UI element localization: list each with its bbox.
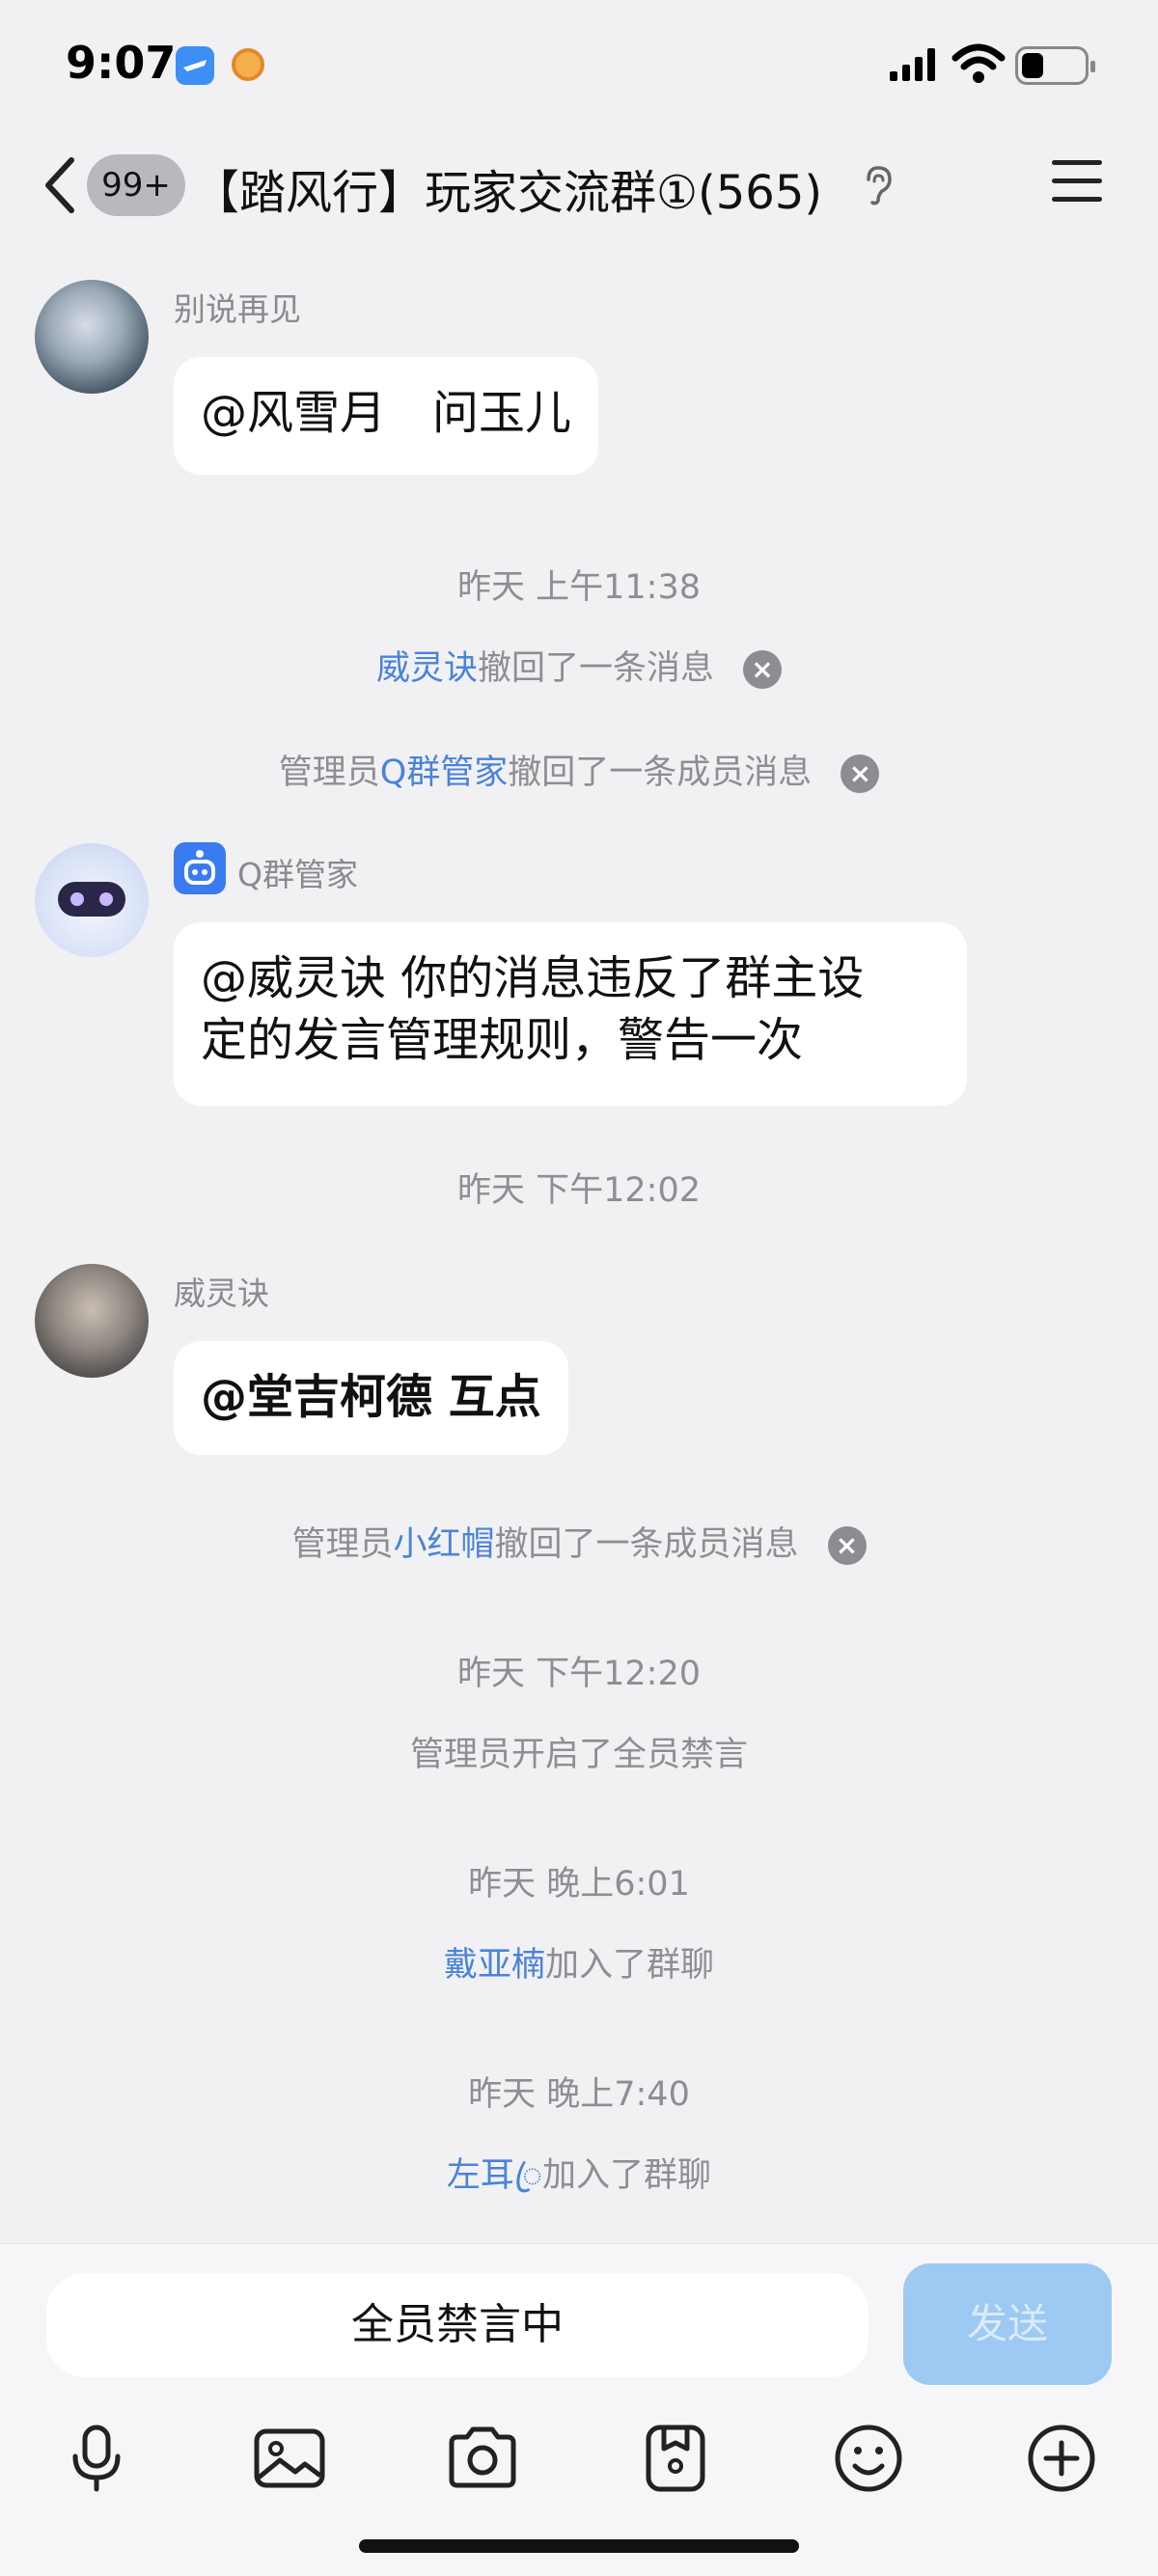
sender-name: 威灵诀 (174, 1274, 269, 1312)
mute-notice: 管理员开启了全员禁言 (409, 1736, 748, 1774)
chevron-left-icon (45, 157, 74, 213)
file-icon[interactable] (637, 2420, 714, 2497)
bot-avatar[interactable] (35, 843, 149, 957)
battery-icon (1015, 46, 1095, 85)
member-link[interactable]: 小红帽 (393, 1525, 494, 1564)
join-notice: 戴亚楠加入了群聊 (443, 1946, 715, 1985)
menu-button[interactable] (1052, 160, 1102, 205)
message-bubble[interactable]: @堂吉柯德 互点 (174, 1341, 568, 1455)
sender-name: 别说再见 (174, 290, 301, 328)
sender-name: Q群管家 (237, 856, 358, 893)
avatar[interactable] (35, 1264, 149, 1378)
message-bubble[interactable]: @风雪月 问玉儿 (174, 357, 599, 475)
recall-notice: 管理员Q群管家撤回了一条成员消息 × (0, 745, 1158, 794)
flight-app-icon (176, 46, 214, 85)
timestamp: 昨天 下午12:20 (457, 1655, 701, 1693)
plus-icon[interactable] (1023, 2420, 1100, 2497)
message-input-muted[interactable]: 全员禁言中 (46, 2273, 868, 2377)
image-icon[interactable] (251, 2420, 328, 2497)
group-title[interactable]: 【踏风行】玩家交流群①(565) (193, 154, 822, 222)
chat-header: 99+ 【踏风行】玩家交流群①(565) (0, 135, 1158, 232)
game-app-icon (232, 48, 264, 81)
member-link[interactable]: 戴亚楠 (444, 1946, 545, 1985)
timestamp: 昨天 上午11:38 (457, 568, 701, 607)
home-indicator[interactable] (359, 2539, 799, 2553)
member-link[interactable]: 威灵诀 (376, 649, 478, 688)
emoji-icon[interactable] (830, 2420, 907, 2497)
message-bubble[interactable]: @威灵诀 你的消息违反了群主设 定的发言管理规则，警告一次 (174, 922, 967, 1106)
robot-face-icon (58, 882, 125, 917)
close-icon[interactable]: × (841, 754, 880, 793)
unread-count-badge[interactable]: 99+ (87, 154, 185, 216)
recall-notice: 威灵诀撤回了一条消息 × (0, 641, 1158, 690)
status-bar: 9:07 (0, 0, 1158, 125)
ear-icon[interactable] (861, 164, 896, 206)
microphone-icon[interactable] (58, 2420, 135, 2497)
timestamp: 昨天 下午12:02 (457, 1171, 701, 1210)
input-bar: 全员禁言中 发送 (0, 2243, 1158, 2576)
join-notice: 左耳ꦿ加入了群聊 (446, 2156, 712, 2195)
member-link[interactable]: Q群管家 (380, 754, 509, 792)
recall-notice: 管理员小红帽撤回了一条成员消息 × (0, 1517, 1158, 1566)
status-time: 9:07 (66, 37, 177, 89)
member-link[interactable]: 左耳ꦿ (447, 2156, 542, 2195)
send-button[interactable]: 发送 (903, 2263, 1112, 2385)
back-button[interactable] (39, 156, 87, 214)
close-icon[interactable]: × (743, 650, 783, 689)
robot-badge-icon (174, 842, 226, 894)
signal-icon (890, 48, 935, 81)
close-icon[interactable]: × (827, 1526, 867, 1565)
wifi-icon (951, 43, 1006, 83)
avatar[interactable] (35, 280, 149, 394)
timestamp: 昨天 晚上7:40 (468, 2075, 690, 2114)
camera-icon[interactable] (444, 2420, 521, 2497)
timestamp: 昨天 晚上6:01 (468, 1865, 690, 1904)
